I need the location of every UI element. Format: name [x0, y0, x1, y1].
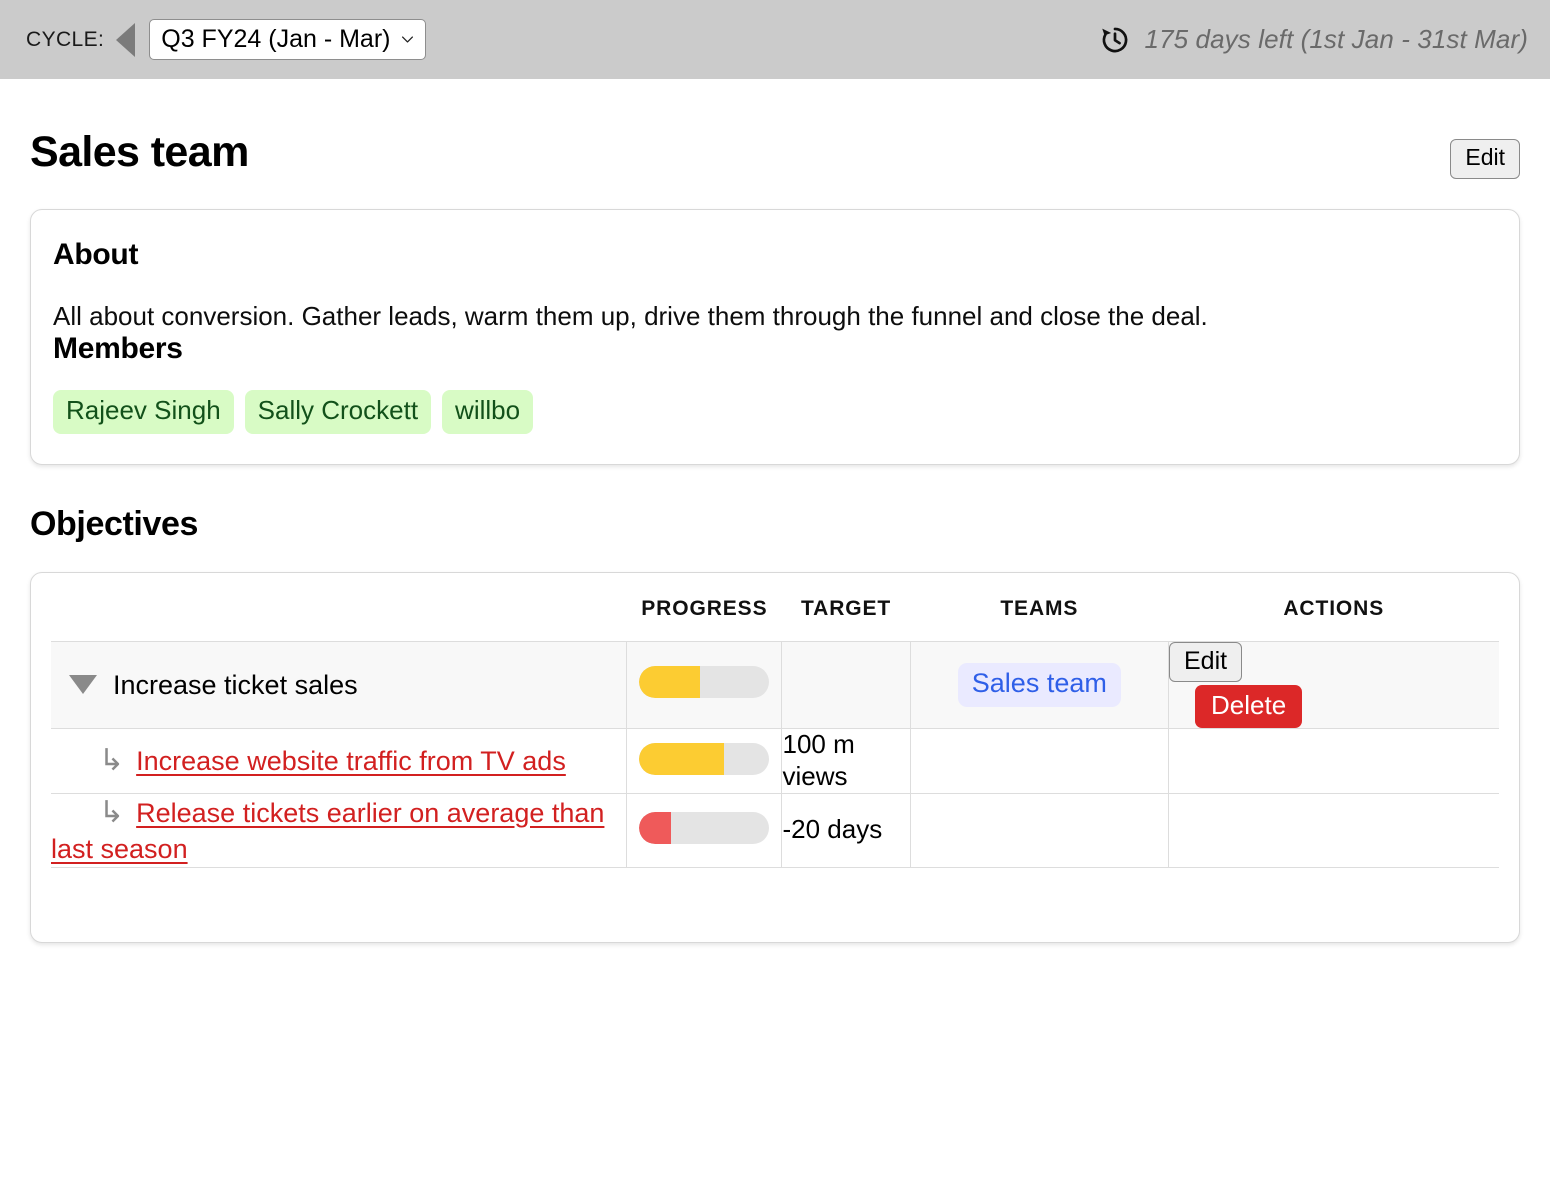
team-chip-sales-team[interactable]: Sales team — [957, 662, 1121, 708]
objectives-card: PROGRESS TARGET TEAMS ACTIONS Increase t… — [30, 571, 1520, 943]
progress-bar-fill — [639, 742, 724, 775]
clock-history-icon — [1101, 27, 1127, 52]
member-chip[interactable]: Rajeev Singh — [53, 390, 234, 434]
key-result-target-cell: -20 days — [781, 792, 911, 868]
about-heading: About — [53, 237, 139, 271]
progress-bar[interactable] — [639, 811, 770, 844]
key-result-actions-cell — [1168, 792, 1499, 868]
table-row: ↳ Increase website traffic from TV ads 10… — [51, 728, 1499, 794]
days-left-text: 175 days left (1st Jan - 31st Mar) — [1144, 24, 1528, 54]
objectives-table: PROGRESS TARGET TEAMS ACTIONS Increase t… — [51, 591, 1499, 868]
chevron-down-icon — [401, 35, 413, 43]
member-chip[interactable]: Sally Crockett — [244, 390, 432, 434]
objectives-title: Objectives — [30, 504, 198, 543]
cycle-select[interactable]: Q3 FY24 (Jan - Mar) — [149, 18, 426, 61]
objectives-table-head: PROGRESS TARGET TEAMS ACTIONS — [51, 591, 1499, 642]
column-header-name — [51, 591, 627, 642]
key-result-link[interactable]: Release tickets earlier on average than … — [51, 798, 604, 864]
progress-bar-fill — [639, 666, 701, 699]
table-row: ↳ Release tickets earlier on average than… — [51, 792, 1499, 868]
objective-name: Increase ticket sales — [113, 669, 358, 700]
table-header-row: PROGRESS TARGET TEAMS ACTIONS — [51, 591, 1499, 642]
page-title: Sales team — [30, 128, 249, 176]
objective-actions-cell: Edit Delete — [1168, 640, 1499, 729]
members-chip-list: Rajeev Singh Sally Crockett willbo — [53, 390, 1497, 434]
cycle-select-value: Q3 FY24 (Jan - Mar) — [161, 24, 391, 53]
member-chip[interactable]: willbo — [442, 390, 534, 434]
about-card: About All about conversion. Gather leads… — [30, 208, 1520, 465]
edit-objective-button[interactable]: Edit — [1169, 641, 1243, 682]
objectives-table-body: Increase ticket sales Sales team Edit De… — [51, 640, 1499, 868]
column-header-teams: TEAMS — [1000, 596, 1079, 620]
key-result-teams-cell — [910, 792, 1170, 868]
cycle-label: CYCLE: — [26, 27, 105, 51]
objective-target-cell — [781, 640, 911, 729]
previous-cycle-icon[interactable] — [116, 22, 136, 57]
key-result-name-cell: ↳ Release tickets earlier on average than… — [51, 792, 628, 868]
key-result-actions-cell — [1168, 728, 1499, 794]
edit-team-button[interactable]: Edit — [1450, 139, 1520, 179]
progress-bar[interactable] — [639, 742, 770, 775]
key-result-progress-cell — [626, 728, 783, 794]
key-result-link[interactable]: Increase website traffic from TV ads — [136, 746, 566, 776]
key-result-progress-cell — [626, 792, 783, 868]
arrow-down-right-icon: ↳ — [99, 795, 125, 829]
objective-teams-cell: Sales team — [910, 640, 1170, 729]
column-header-actions: ACTIONS — [1283, 596, 1385, 620]
column-header-progress: PROGRESS — [641, 596, 768, 620]
members-heading: Members — [53, 332, 183, 366]
key-result-target-cell: 100 m views — [781, 728, 911, 794]
objective-progress-cell — [626, 640, 783, 729]
arrow-down-right-icon: ↳ — [99, 743, 125, 777]
objective-name-cell: Increase ticket sales — [51, 640, 628, 729]
page-body: Sales team Edit About All about conversi… — [0, 79, 1550, 943]
progress-bar[interactable] — [639, 666, 770, 699]
progress-bar-fill — [639, 811, 671, 844]
caret-down-icon[interactable] — [69, 675, 97, 695]
delete-objective-button[interactable]: Delete — [1195, 684, 1303, 729]
title-row: Sales team Edit — [30, 79, 1520, 179]
table-row: Increase ticket sales Sales team Edit De… — [51, 640, 1499, 729]
column-header-target: TARGET — [800, 596, 892, 620]
cycle-bar: CYCLE: Q3 FY24 (Jan - Mar) 175 days left… — [0, 0, 1550, 79]
about-text: All about conversion. Gather leads, warm… — [53, 300, 1208, 331]
key-result-teams-cell — [910, 728, 1170, 794]
cycle-days-left-group: 175 days left (1st Jan - 31st Mar) — [1098, 23, 1528, 57]
action-buttons: Edit Delete — [1169, 641, 1303, 729]
key-result-name-cell: ↳ Increase website traffic from TV ads — [51, 728, 628, 794]
